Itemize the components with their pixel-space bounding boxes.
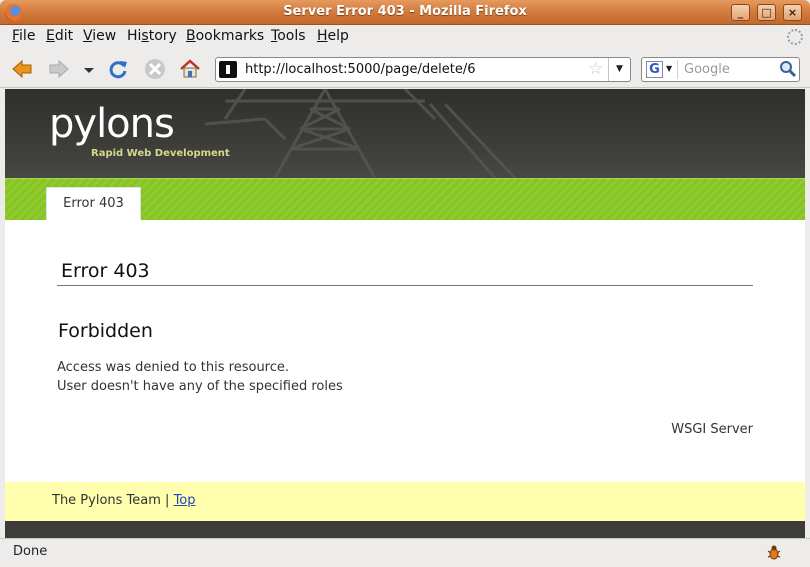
menu-bookmarks-accesskey: B bbox=[186, 28, 196, 44]
url-text[interactable]: http://localhost:5000/page/delete/6 bbox=[245, 62, 475, 77]
menu-file-label: ile bbox=[19, 28, 36, 44]
url-dropdown-icon[interactable]: ▼ bbox=[608, 58, 630, 81]
menu-bookmarks-label: ookmarks bbox=[195, 28, 265, 44]
menu-edit-label: dit bbox=[54, 28, 74, 44]
menu-help-accesskey: H bbox=[317, 28, 328, 44]
logo-tagline: Rapid Web Development bbox=[91, 148, 230, 159]
footer-team: The Pylons Team | bbox=[52, 493, 170, 508]
forward-arrow-icon[interactable] bbox=[48, 58, 70, 80]
engine-dropdown-icon: ▼ bbox=[666, 64, 673, 73]
menu-view-accesskey: V bbox=[83, 28, 93, 44]
address-bar[interactable]: http://localhost:5000/page/delete/6 ☆ ▼ bbox=[215, 57, 631, 82]
page-title: Error 403 bbox=[61, 260, 150, 282]
throbber-icon bbox=[787, 29, 803, 45]
site-identity-icon[interactable] bbox=[219, 61, 237, 78]
search-input[interactable]: Google bbox=[684, 62, 730, 77]
menu-bar: File Edit View History Bookmarks Tools H… bbox=[0, 25, 810, 48]
tab-error-403[interactable]: Error 403 bbox=[46, 187, 141, 220]
bookmark-star-icon[interactable]: ☆ bbox=[588, 59, 603, 79]
error-message-line-2: User doesn't have any of the specified r… bbox=[57, 379, 343, 394]
menu-history-label: tory bbox=[148, 28, 177, 44]
footer-bar bbox=[5, 521, 805, 538]
server-signature: WSGI Server bbox=[671, 422, 753, 437]
error-heading: Forbidden bbox=[58, 320, 153, 342]
title-divider bbox=[57, 285, 753, 286]
power-tower-graphic bbox=[205, 89, 517, 178]
search-box[interactable]: G ▼ Google bbox=[641, 57, 800, 82]
menu-view[interactable]: View bbox=[83, 28, 116, 44]
menu-file[interactable]: File bbox=[12, 28, 35, 44]
menu-view-label: iew bbox=[92, 28, 117, 44]
page-footer: The Pylons Team | Top bbox=[5, 482, 805, 521]
site-header: pylons Rapid Web Development bbox=[5, 89, 805, 178]
menu-help[interactable]: Help bbox=[317, 28, 349, 44]
window-titlebar: Server Error 403 - Mozilla Firefox _ □ × bbox=[0, 0, 810, 25]
stop-icon[interactable] bbox=[144, 58, 166, 80]
menu-tools-label: ools bbox=[277, 28, 306, 44]
menu-help-label: elp bbox=[327, 28, 349, 44]
firebug-icon[interactable] bbox=[766, 544, 782, 560]
menu-history-accesskey: s bbox=[141, 28, 149, 44]
menu-edit[interactable]: Edit bbox=[46, 28, 73, 44]
menu-edit-accesskey: E bbox=[46, 28, 55, 44]
reload-icon[interactable] bbox=[107, 58, 129, 80]
menu-history[interactable]: History bbox=[127, 28, 177, 44]
window-title: Server Error 403 - Mozilla Firefox bbox=[283, 4, 527, 19]
menu-file-accesskey: F bbox=[12, 28, 20, 44]
maximize-button[interactable]: □ bbox=[757, 4, 776, 21]
google-icon: G bbox=[646, 61, 663, 78]
page-content: pylons Rapid Web Development Error 403 E… bbox=[5, 89, 805, 538]
minimize-button[interactable]: _ bbox=[731, 4, 750, 21]
status-text: Done bbox=[13, 544, 48, 559]
menu-bookmarks[interactable]: Bookmarks bbox=[186, 28, 264, 44]
search-icon[interactable] bbox=[779, 60, 797, 78]
close-button[interactable]: × bbox=[783, 4, 802, 21]
home-icon[interactable] bbox=[179, 58, 201, 80]
status-bar: Done bbox=[0, 538, 810, 567]
footer-text: The Pylons Team | Top bbox=[52, 493, 196, 508]
history-dropdown-icon[interactable] bbox=[81, 58, 97, 80]
footer-top-link[interactable]: Top bbox=[174, 493, 196, 508]
menu-history-prefix: Hi bbox=[127, 28, 142, 44]
error-message-line-1: Access was denied to this resource. bbox=[57, 360, 290, 375]
search-engine-selector[interactable]: G ▼ bbox=[644, 60, 678, 79]
pylons-logo[interactable]: pylons bbox=[49, 101, 175, 147]
back-arrow-icon[interactable] bbox=[11, 58, 33, 80]
menu-tools[interactable]: Tools bbox=[271, 28, 306, 44]
